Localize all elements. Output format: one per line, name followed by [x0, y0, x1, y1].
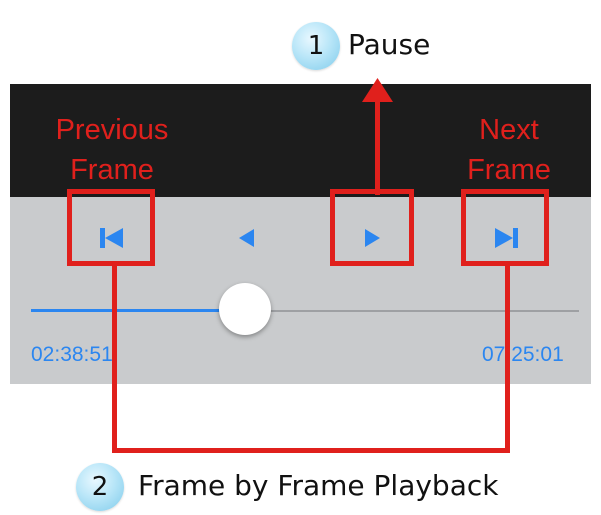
progress-track	[241, 310, 579, 312]
callout-label-pause: Pause	[348, 28, 431, 61]
progress-played	[31, 309, 245, 312]
next-frame-label: Next Frame	[467, 114, 551, 186]
pause-arrow-head	[362, 78, 393, 102]
triangle-left-icon	[239, 229, 254, 247]
play-reverse-button[interactable]	[227, 218, 267, 258]
callout-label-frame-by-frame: Frame by Frame Playback	[138, 469, 499, 502]
pause-arrow-shaft	[375, 95, 380, 195]
play-highlight	[330, 189, 414, 266]
progress-slider-thumb[interactable]	[218, 283, 271, 335]
previous-frame-highlight	[67, 189, 155, 266]
callout-number-1: 1	[292, 22, 340, 70]
next-frame-highlight	[461, 189, 549, 266]
connector-left-vertical	[112, 266, 117, 452]
connector-bottom-horizontal	[112, 448, 510, 453]
current-time: 02:38:51	[31, 343, 113, 366]
connector-right-vertical	[505, 266, 510, 452]
callout-number-2: 2	[76, 463, 124, 511]
total-time: 07:25:01	[482, 343, 564, 366]
previous-frame-label: Previous Frame	[55, 114, 169, 186]
